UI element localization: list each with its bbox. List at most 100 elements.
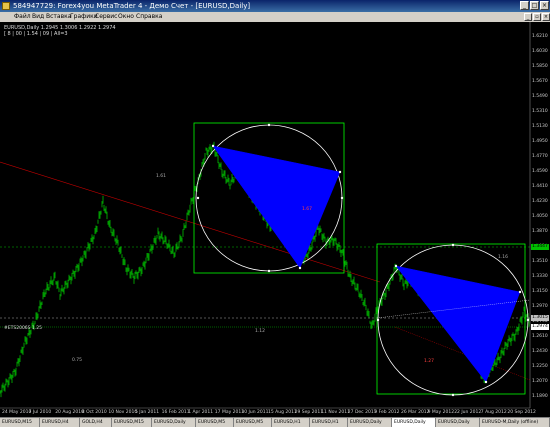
- anchor-point: [518, 290, 522, 294]
- date-tick-label: 16 Feb 2011: [161, 410, 190, 415]
- date-tick-label: 9 May 2012: [427, 410, 455, 415]
- fib-label-left: 1.61: [156, 174, 167, 179]
- price-tick-label: 1.4950: [532, 139, 548, 144]
- pattern-label-top: 1.67: [302, 207, 313, 212]
- menu-charts[interactable]: Графики: [70, 12, 98, 22]
- date-tick-label: 22 Jun 2012: [454, 410, 482, 415]
- minimize-button[interactable]: _: [520, 1, 529, 10]
- price-tick-label: 1.5490: [532, 94, 548, 99]
- price-tick-label: 1.4050: [532, 214, 548, 219]
- menu-bar: Файл Вид Вставка Графики Сервис Окно Спр…: [0, 12, 550, 22]
- price-tick-label: 1.2250: [532, 364, 548, 369]
- menu-insert[interactable]: Вставка: [46, 12, 71, 22]
- price-tick-label: 1.3330: [532, 274, 548, 279]
- menu-help[interactable]: Справка: [136, 12, 162, 22]
- price-marker-current: 1.3015: [531, 315, 549, 321]
- chart-tab[interactable]: EURUSD,M5: [196, 418, 234, 427]
- price-tick-label: 1.3150: [532, 289, 548, 294]
- pattern-triangle-right: [395, 265, 521, 383]
- anchor-point: [451, 243, 455, 247]
- title-bar[interactable]: 584947729: Forex4you MetaTrader 4 - Демо…: [0, 0, 550, 12]
- menu-file[interactable]: Файл: [14, 12, 31, 22]
- indicator-info: [ 8 | 00 | 1.54 | 09 | All=3: [4, 31, 68, 37]
- date-tick-label: 29 Sep 2011: [294, 410, 324, 415]
- price-tick-label: 1.3870: [532, 229, 548, 234]
- date-tick-label: 10 Nov 2010: [108, 410, 138, 415]
- anchor-point: [484, 380, 488, 384]
- chart-tab[interactable]: EURUSD,Daily: [392, 418, 436, 427]
- price-marker-upper: 1.3447: [531, 244, 549, 250]
- anchor-point: [298, 266, 302, 270]
- price-tick-label: 1.6210: [532, 34, 548, 39]
- child-restore-button[interactable]: ▫: [533, 13, 541, 21]
- price-tick-label: 1.4590: [532, 169, 548, 174]
- app-icon: [2, 2, 10, 10]
- anchor-point: [376, 318, 380, 322]
- chart-tab[interactable]: EURUSD,M5: [234, 418, 272, 427]
- pattern-label-right: 1.27: [424, 359, 435, 364]
- date-tick-label: 26 Mar 2012: [401, 410, 430, 415]
- anchor-point: [267, 123, 271, 127]
- date-tick-label: 9 Feb 2012: [374, 410, 400, 415]
- price-tick-label: 1.2610: [532, 334, 548, 339]
- price-tick-label: 1.5850: [532, 64, 548, 69]
- chart-tab[interactable]: EURUSD,H1: [310, 418, 348, 427]
- anchor-point: [526, 318, 530, 322]
- price-tick-label: 1.2070: [532, 379, 548, 384]
- menu-tools[interactable]: Сервис: [95, 12, 117, 22]
- anchor-point: [394, 264, 398, 268]
- date-tick-label: 7 Jul 2010: [28, 410, 52, 415]
- price-tick-label: 1.4230: [532, 199, 548, 204]
- anchor-point: [338, 170, 342, 174]
- price-tick-label: 1.1890: [532, 394, 548, 399]
- metatrader-window: 584947729: Forex4you MetaTrader 4 - Демо…: [0, 0, 550, 427]
- chart-tab[interactable]: EURUSD,H4: [40, 418, 80, 427]
- anchor-point: [211, 144, 215, 148]
- chart-tab[interactable]: EURUSD,Daily: [152, 418, 196, 427]
- chart-tab[interactable]: EURUSD,Daily: [348, 418, 392, 427]
- price-chart[interactable]: EURUSD,Daily 1.2945 1.3006 1.2922 1.2974…: [0, 22, 550, 417]
- window-title: 584947729: Forex4you MetaTrader 4 - Демо…: [13, 2, 251, 10]
- anchor-point: [451, 393, 455, 397]
- price-tick-label: 1.5130: [532, 124, 548, 129]
- fib-label-mid: 1.12: [255, 329, 266, 334]
- price-tick-label: 1.6030: [532, 49, 548, 54]
- child-close-button[interactable]: ×: [542, 13, 550, 21]
- price-tick-label: 1.5670: [532, 79, 548, 84]
- anchor-point: [340, 196, 344, 200]
- chart-tab[interactable]: EURUSD-M,Daily (offline): [480, 418, 550, 427]
- date-tick-label: 17 May 2011: [214, 410, 245, 415]
- price-tick-label: 1.2970: [532, 304, 548, 309]
- anchor-point: [196, 196, 200, 200]
- date-tick-label: 27 Dec 2011: [347, 410, 377, 415]
- date-tick-label: 8 Oct 2010: [81, 410, 107, 415]
- fib-label-lower: 0.75: [72, 358, 83, 363]
- fib-label-right: 1.16: [498, 255, 509, 260]
- child-minimize-button[interactable]: _: [524, 13, 532, 21]
- price-tick-label: 1.4770: [532, 154, 548, 159]
- price-tick-label: 1.2430: [532, 349, 548, 354]
- chart-tab[interactable]: EURUSD,Daily: [436, 418, 480, 427]
- chart-tab[interactable]: EURUSD,M15: [112, 418, 152, 427]
- chart-canvas[interactable]: [0, 22, 550, 417]
- anchor-point: [267, 269, 271, 273]
- date-tick-label: 5 Jan 2011: [135, 410, 160, 415]
- date-tick-label: 20 Sep 2012: [507, 410, 536, 415]
- chart-tab[interactable]: EURUSD,H1: [272, 418, 310, 427]
- menu-window[interactable]: Окно: [118, 12, 134, 22]
- chart-tab[interactable]: EURUSD,M15: [0, 418, 40, 427]
- price-tick-label: 1.3510: [532, 259, 548, 264]
- date-tick-label: 20 Aug 2010: [55, 410, 85, 415]
- date-tick-label: 30 Jun 2011: [241, 410, 269, 415]
- date-tick-label: 24 May 2010: [2, 410, 32, 415]
- date-tick-label: 1 Apr 2011: [188, 410, 214, 415]
- chart-tab[interactable]: GOLD,H4: [80, 418, 112, 427]
- date-tick-label: 11 Nov 2011: [321, 410, 351, 415]
- price-tick-label: 1.5310: [532, 109, 548, 114]
- menu-view[interactable]: Вид: [32, 12, 44, 22]
- date-tick-label: 7 Aug 2012: [480, 410, 507, 415]
- close-button[interactable]: ×: [540, 1, 549, 10]
- price-tick-label: 1.4410: [532, 184, 548, 189]
- chart-tabs: EURUSD,M15 EURUSD,H4 GOLD,H4 EURUSD,M15 EURU…: [0, 417, 550, 427]
- maximize-button[interactable]: □: [530, 1, 539, 10]
